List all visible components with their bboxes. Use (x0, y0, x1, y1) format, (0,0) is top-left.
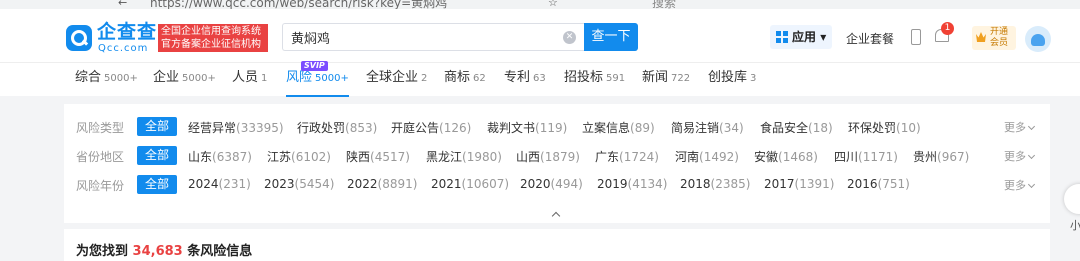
vip-button[interactable]: 开通 会员 (972, 26, 1016, 50)
edge-text: 小 (1070, 219, 1080, 232)
logo-text[interactable]: 企查查 (97, 22, 157, 42)
browser-toolbar: ← https://www.qcc.com/web/search/risk?ke… (0, 0, 1080, 9)
filter-option[interactable]: 经营异常(33395) (188, 119, 284, 136)
slogan-banner: 全国企业信用查询系统 官方备案企业征信机构 (158, 24, 268, 52)
chevron-down-icon (1027, 151, 1036, 160)
filter-option[interactable]: 2016(751) (847, 177, 910, 191)
tab-people[interactable]: 人员 1 (232, 63, 267, 97)
filter-option[interactable]: 2021(10607) (431, 177, 509, 191)
qcc-logo-icon[interactable] (66, 25, 92, 51)
filter-row-year: 风险年份 全部 2024(231) 2023(5454) 2022(8891) … (64, 175, 1050, 195)
app-menu-button[interactable]: 应用 ▾ (770, 25, 833, 49)
tab-company[interactable]: 企业 5000+ (153, 63, 216, 97)
filter-option[interactable]: 开庭公告(126) (391, 119, 471, 136)
logo-subtext: Qcc.com (98, 43, 149, 54)
filter-option[interactable]: 陕西(4517) (346, 148, 410, 165)
more-button[interactable]: 更多 (1004, 177, 1036, 193)
filter-option[interactable]: 立案信息(89) (582, 119, 655, 136)
floating-button[interactable] (1064, 184, 1080, 214)
back-icon[interactable]: ← (118, 0, 127, 9)
filter-option[interactable]: 2018(2385) (680, 177, 750, 191)
filter-option[interactable]: 黑龙江(1980) (426, 148, 502, 165)
tab-patent[interactable]: 专利 63 (504, 63, 546, 97)
vip-label: 开通 会员 (990, 27, 1009, 48)
address-bar[interactable]: https://www.qcc.com/web/search/risk?key=… (150, 0, 447, 9)
filter-option[interactable]: 山西(1879) (516, 148, 580, 165)
star-icon[interactable]: ☆ (548, 0, 558, 9)
search-input[interactable] (283, 24, 543, 50)
filter-row-risk-type: 风险类型 全部 经营异常(33395) 行政处罚(853) 开庭公告(126) … (64, 117, 1050, 137)
filter-option[interactable]: 河南(1492) (675, 148, 739, 165)
search-box: ✕ (282, 23, 584, 51)
filter-option[interactable]: 江苏(6102) (267, 148, 331, 165)
filter-option[interactable]: 环保处罚(10) (848, 119, 921, 136)
slogan-line-1: 全国企业信用查询系统 (161, 26, 261, 37)
search-button[interactable]: 查一下 (584, 23, 638, 51)
filter-option[interactable]: 2017(1391) (764, 177, 834, 191)
filter-option[interactable]: 食品安全(18) (760, 119, 833, 136)
category-tabs: 综合 5000+ 企业 5000+ 人员 1 风险 5000+ SVIP 全球企业 2 商… (0, 61, 1080, 97)
crown-icon (976, 32, 986, 42)
result-count-text: 为您找到 34,683 条风险信息 (76, 244, 253, 259)
filter-option[interactable]: 山东(6387) (188, 148, 252, 165)
filter-option[interactable]: 2024(231) (188, 177, 251, 191)
filter-label: 省份地区 (76, 150, 125, 164)
filter-option[interactable]: 四川(1171) (834, 148, 898, 165)
grid-icon (776, 31, 788, 43)
filter-option[interactable]: 2023(5454) (264, 177, 334, 191)
package-link[interactable]: 企业套餐 (846, 30, 894, 47)
filter-all-button[interactable]: 全部 (137, 175, 177, 194)
filter-all-button[interactable]: 全部 (137, 117, 177, 136)
app-menu-label: 应用 (792, 30, 817, 44)
filter-label: 风险年份 (76, 179, 125, 193)
filter-option[interactable]: 裁判文书(119) (487, 119, 567, 136)
filter-all-button[interactable]: 全部 (137, 146, 177, 165)
svip-badge: SVIP (301, 61, 328, 71)
phone-icon[interactable] (911, 29, 921, 45)
chevron-down-icon (1027, 122, 1036, 131)
tab-news[interactable]: 新闻 722 (642, 63, 690, 97)
tab-trademark[interactable]: 商标 62 (444, 63, 486, 97)
browser-search-input[interactable]: 搜索 (652, 0, 676, 9)
notification-badge: 1 (941, 22, 954, 35)
site-header: 企查查 Qcc.com 全国企业信用查询系统 官方备案企业征信机构 ✕ 查一下 … (0, 9, 1080, 62)
chevron-up-icon[interactable] (551, 210, 561, 220)
tab-comprehensive[interactable]: 综合 5000+ (75, 63, 138, 97)
filter-option[interactable]: 广东(1724) (595, 148, 659, 165)
tab-global[interactable]: 全球企业 2 (366, 63, 427, 97)
result-count: 34,683 (132, 244, 183, 259)
result-summary: 为您找到 34,683 条风险信息 (64, 229, 1050, 261)
more-button[interactable]: 更多 (1004, 148, 1036, 164)
clear-icon[interactable]: ✕ (563, 31, 576, 44)
tab-venture[interactable]: 创投库 3 (708, 63, 756, 97)
filter-option[interactable]: 贵州(967) (913, 148, 969, 165)
more-button[interactable]: 更多 (1004, 119, 1036, 135)
filter-option[interactable]: 2020(494) (520, 177, 583, 191)
filter-panel: 风险类型 全部 经营异常(33395) 行政处罚(853) 开庭公告(126) … (64, 104, 1050, 223)
filter-option[interactable]: 简易注销(34) (671, 119, 744, 136)
filter-option[interactable]: 2022(8891) (347, 177, 417, 191)
slogan-line-2: 官方备案企业征信机构 (161, 39, 261, 50)
avatar[interactable] (1025, 26, 1051, 52)
filter-option[interactable]: 行政处罚(853) (297, 119, 377, 136)
filter-row-province: 省份地区 全部 山东(6387) 江苏(6102) 陕西(4517) 黑龙江(1… (64, 146, 1050, 166)
chevron-down-icon (1027, 180, 1036, 189)
filter-option[interactable]: 2019(4134) (597, 177, 667, 191)
filter-option[interactable]: 安徽(1468) (754, 148, 818, 165)
tab-bidding[interactable]: 招投标 591 (564, 63, 625, 97)
filter-label: 风险类型 (76, 121, 125, 135)
